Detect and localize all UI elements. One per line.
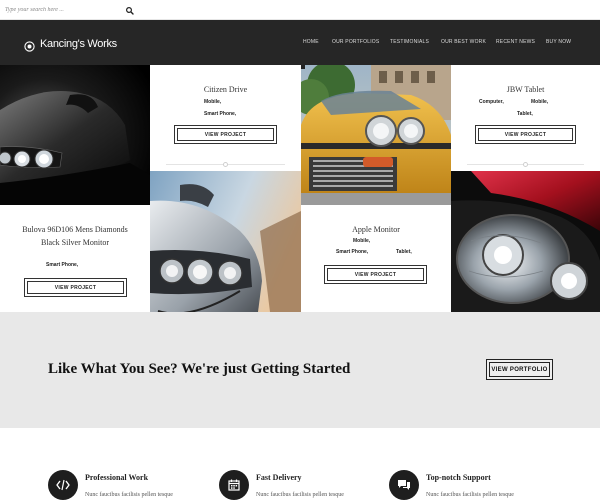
view-project-button[interactable]: VIEW PROJECT: [475, 125, 576, 144]
search-bar: [0, 0, 600, 20]
feature-title: Fast Delivery: [256, 473, 302, 482]
card-tag: Smart Phone,: [336, 249, 369, 255]
nav-item-best-work[interactable]: Our Best Work: [441, 39, 486, 45]
feature-text: Nunc faucibus facilisis pellen tesque: [85, 492, 173, 498]
portfolio-card: Bulova 96D106 Mens Diamonds Black Silver…: [0, 205, 150, 312]
feature-text: Nunc faucibus facilisis pellen tesque: [426, 492, 514, 498]
feature-text: Nunc faucibus facilisis pellen tesque: [256, 492, 344, 498]
search-input[interactable]: [5, 2, 125, 18]
feature-item: Fast Delivery Nunc faucibus facilisis pe…: [219, 470, 389, 500]
feature-title: Top-notch Support: [426, 473, 491, 482]
portfolio-grid: Citizen Drive Mobile, Smart Phone, VIEW …: [0, 65, 600, 312]
view-project-button[interactable]: VIEW PROJECT: [174, 125, 277, 144]
cta-heading: Like What You See? We're just Getting St…: [48, 361, 351, 377]
code-icon: [48, 470, 78, 500]
brand-name: Kancing's Works: [40, 38, 117, 50]
nav-item-news[interactable]: Recent News: [496, 39, 535, 45]
search-icon[interactable]: [124, 4, 136, 16]
feature-title: Professional Work: [85, 473, 149, 482]
nav-item-testimonials[interactable]: Testimonials: [390, 39, 429, 45]
logo-icon: [24, 39, 35, 52]
nav-item-home[interactable]: Home: [303, 39, 319, 45]
card-tag: Tablet,: [517, 111, 533, 117]
card-tag: Mobile,: [531, 99, 549, 105]
view-project-button[interactable]: VIEW PROJECT: [24, 278, 127, 297]
card-title: Apple Monitor: [352, 225, 400, 234]
divider-dot: [223, 162, 228, 167]
view-project-button[interactable]: VIEW PROJECT: [324, 265, 427, 284]
black-car-headlight-photo[interactable]: [0, 65, 150, 205]
features-section: Professional Work Nunc faucibus facilisi…: [0, 428, 600, 500]
card-tag: Mobile,: [353, 238, 371, 244]
card-title: Bulova 96D106 Mens Diamonds Black Silver…: [22, 225, 128, 247]
site-logo[interactable]: Kancing's Works: [24, 37, 117, 52]
cta-section: Like What You See? We're just Getting St…: [0, 312, 600, 428]
card-tag: Computer,: [479, 99, 504, 105]
card-title: JBW Tablet: [506, 85, 545, 94]
divider-dot: [523, 162, 528, 167]
portfolio-card: Citizen Drive Mobile, Smart Phone, VIEW …: [150, 65, 301, 171]
card-tag: Mobile,: [204, 99, 222, 105]
card-tag: Smart Phone,: [204, 111, 237, 117]
view-portfolio-button[interactable]: VIEW PORTFOLIO: [486, 359, 553, 380]
feature-item: Top-notch Support Nunc faucibus facilisi…: [389, 470, 559, 500]
chat-icon: [389, 470, 419, 500]
portfolio-card: JBW Tablet Computer, Mobile, Tablet, VIE…: [451, 65, 600, 171]
calendar-icon: [219, 470, 249, 500]
portfolio-card: Apple Monitor Mobile, Smart Phone, Table…: [301, 205, 451, 312]
silver-car-front-photo[interactable]: [150, 171, 301, 312]
card-title: Citizen Drive: [203, 85, 248, 94]
nav-item-buy-now[interactable]: Buy Now: [546, 39, 571, 45]
red-car-headlight-photo[interactable]: [451, 171, 600, 312]
site-header: Kancing's Works Home Our Portfolios Test…: [0, 20, 600, 65]
yellow-taxi-photo[interactable]: [301, 65, 451, 205]
card-tag: Smart Phone,: [46, 262, 79, 268]
nav-item-portfolios[interactable]: Our Portfolios: [332, 39, 379, 45]
card-tag: Tablet,: [396, 249, 412, 255]
feature-item: Professional Work Nunc faucibus facilisi…: [48, 470, 218, 500]
